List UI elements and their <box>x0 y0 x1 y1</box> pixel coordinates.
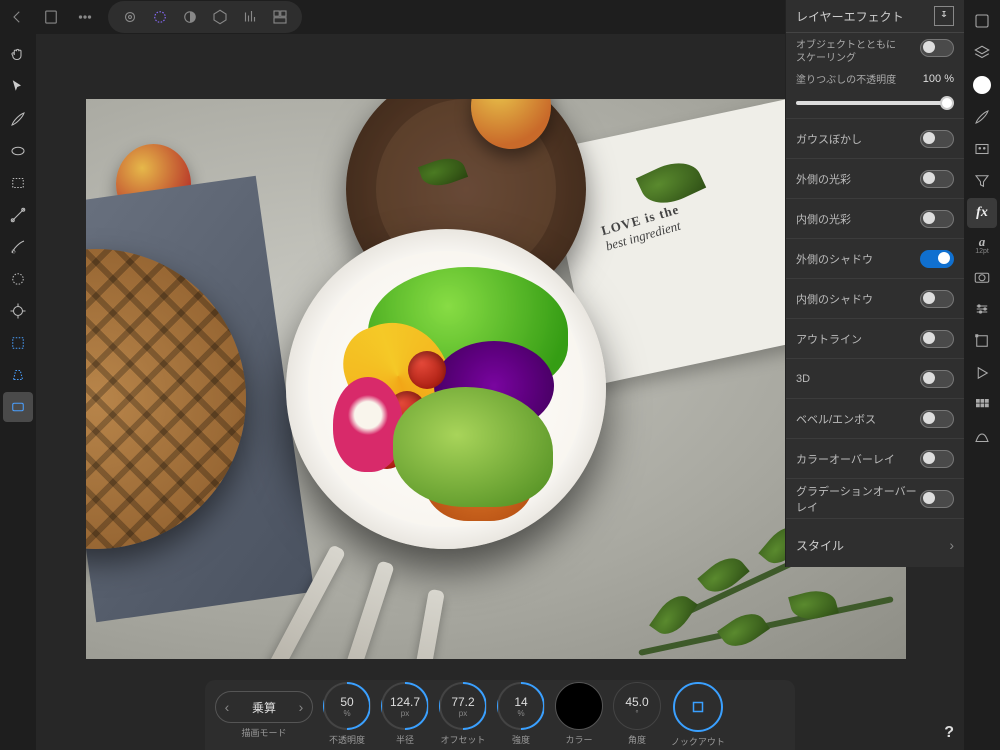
effect-row[interactable]: グラデーションオーバーレイ <box>786 479 964 519</box>
blend-mode-selector[interactable]: ‹ 乗算 › <box>215 691 313 723</box>
effect-row[interactable]: 外側のシャドウ <box>786 239 964 279</box>
param-dial[interactable]: 50% <box>323 682 371 730</box>
effect-toggle[interactable] <box>920 410 954 428</box>
filter-icon[interactable] <box>967 166 997 196</box>
document[interactable]: LOVE is thebest ingredient <box>86 99 906 659</box>
perspective-tool[interactable] <box>3 360 33 390</box>
fill-opacity-slider[interactable] <box>796 94 954 112</box>
context-toolbar: ‹ 乗算 › 描画モード 50%不透明度124.7px半径77.2pxオフセット… <box>205 680 795 750</box>
effect-toggle[interactable] <box>920 170 954 188</box>
persona-liquify[interactable] <box>146 3 174 31</box>
chevron-left-icon[interactable]: ‹ <box>216 699 238 715</box>
brush-tool[interactable] <box>3 104 33 134</box>
effect-toggle[interactable] <box>920 330 954 348</box>
selection-ellipse-tool[interactable] <box>3 136 33 166</box>
mesh-warp-tool[interactable] <box>3 328 33 358</box>
effect-toggle[interactable] <box>920 450 954 468</box>
layers-icon[interactable] <box>967 38 997 68</box>
effect-row[interactable]: ガウスぼかし <box>786 119 964 159</box>
param-dial[interactable]: 14% <box>497 682 545 730</box>
forks <box>256 539 476 659</box>
effect-toggle[interactable] <box>920 290 954 308</box>
camera-icon[interactable] <box>967 262 997 292</box>
document-menu[interactable] <box>34 0 68 34</box>
effects-list: ガウスぼかし外側の光彩内側の光彩外側のシャドウ内側のシャドウアウトライン3Dベベ… <box>786 119 964 519</box>
salad-plate <box>286 229 606 549</box>
effect-row[interactable]: カラーオーバーレイ <box>786 439 964 479</box>
swatches-icon[interactable] <box>967 390 997 420</box>
histogram-icon[interactable] <box>967 422 997 452</box>
panel-title: レイヤーエフェクト <box>796 8 934 25</box>
adjustments-icon[interactable] <box>967 294 997 324</box>
macros-play-icon[interactable] <box>967 358 997 388</box>
effect-toggle[interactable] <box>920 130 954 148</box>
fx-icon[interactable]: fx <box>967 198 997 228</box>
scale-with-object-label: オブジェクトとともに スケーリング <box>796 39 920 65</box>
effect-row[interactable]: 外側の光彩 <box>786 159 964 199</box>
persona-switcher <box>108 1 302 33</box>
move-tool[interactable] <box>3 72 33 102</box>
effect-row[interactable]: 3D <box>786 359 964 399</box>
scale-with-object-toggle[interactable] <box>920 39 954 57</box>
fill-opacity-value: 100 % <box>923 73 954 85</box>
crop-tool[interactable] <box>3 296 33 326</box>
develop-tool[interactable] <box>3 264 33 294</box>
canvas-options-icon[interactable] <box>967 6 997 36</box>
pie <box>86 249 246 549</box>
effect-toggle[interactable] <box>920 370 954 388</box>
selection-rect-tool[interactable] <box>3 168 33 198</box>
back-button[interactable] <box>0 0 34 34</box>
clone-tool[interactable] <box>3 232 33 262</box>
knockout-button[interactable] <box>673 682 723 732</box>
effect-row[interactable]: ベベル/エンボス <box>786 399 964 439</box>
color-well[interactable] <box>555 682 603 730</box>
styles-row[interactable]: スタイル › <box>786 523 964 567</box>
persona-photo[interactable] <box>116 3 144 31</box>
stock-icon[interactable] <box>967 134 997 164</box>
transform-icon[interactable] <box>967 326 997 356</box>
layer-effects-panel: レイヤーエフェクト オブジェクトとともに スケーリング 塗りつぶしの不透明度 1… <box>785 0 964 567</box>
param-dial[interactable]: 124.7px <box>381 682 429 730</box>
more-menu[interactable] <box>68 0 102 34</box>
pin-button[interactable] <box>934 6 954 26</box>
effect-toggle[interactable] <box>920 490 954 508</box>
effect-row[interactable]: アウトライン <box>786 319 964 359</box>
persona-export[interactable] <box>266 3 294 31</box>
effect-toggle[interactable] <box>920 250 954 268</box>
persona-macros[interactable] <box>236 3 264 31</box>
chevron-right-icon[interactable]: › <box>290 699 312 715</box>
studio-panel-tabs: fx a12pt <box>964 0 1000 750</box>
text-styles-icon[interactable]: a12pt <box>967 230 997 260</box>
param-dial[interactable]: 77.2px <box>439 682 487 730</box>
effect-row[interactable]: 内側のシャドウ <box>786 279 964 319</box>
effect-row[interactable]: 内側の光彩 <box>786 199 964 239</box>
gradient-tool[interactable] <box>3 200 33 230</box>
param-dial[interactable]: 45.0° <box>613 682 661 730</box>
shape-tool[interactable] <box>3 392 33 422</box>
effect-toggle[interactable] <box>920 210 954 228</box>
hand-tool[interactable] <box>3 40 33 70</box>
tools-panel <box>0 34 36 750</box>
persona-develop[interactable] <box>176 3 204 31</box>
persona-tonemap[interactable] <box>206 3 234 31</box>
color-icon[interactable] <box>967 70 997 100</box>
chevron-right-icon: › <box>949 537 954 553</box>
brushes-icon[interactable] <box>967 102 997 132</box>
help-button[interactable]: ? <box>944 724 954 742</box>
fill-opacity-label: 塗りつぶしの不透明度 <box>796 71 923 86</box>
